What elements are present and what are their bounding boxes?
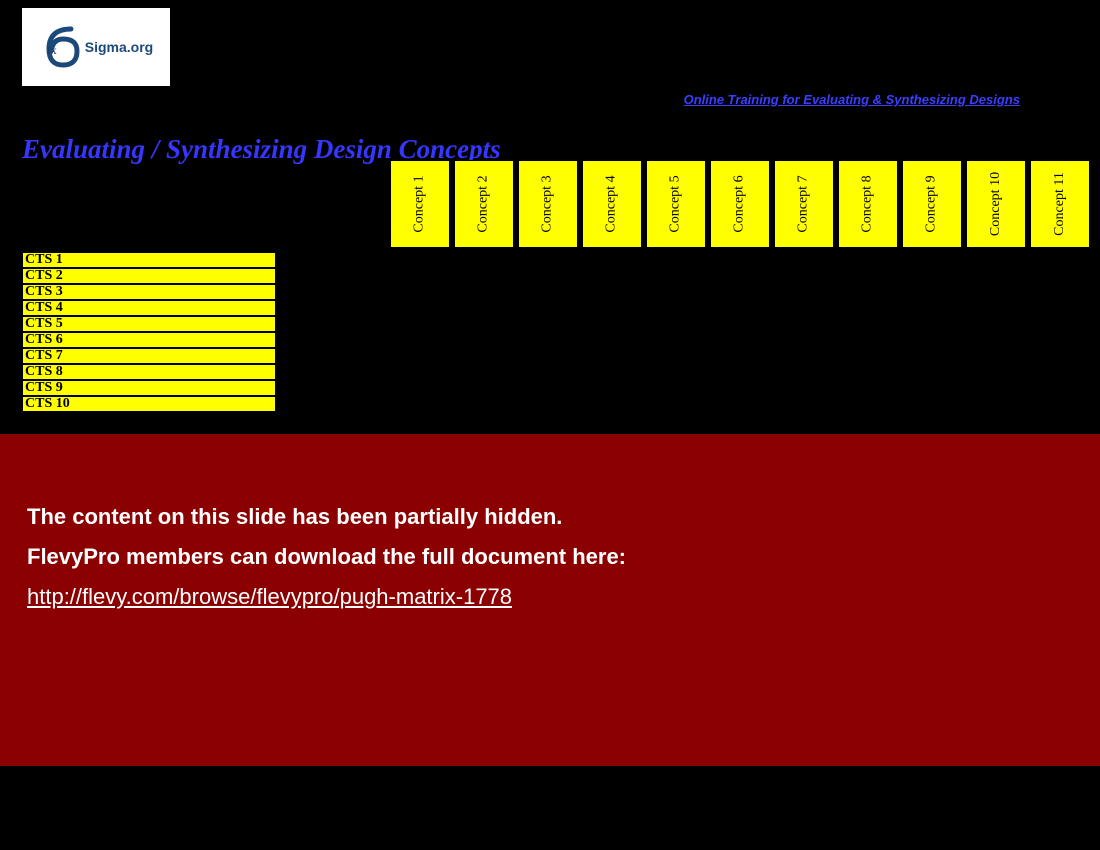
cts-row: CTS 7: [22, 348, 276, 364]
concept-header-row: Concept 1 Concept 2 Concept 3 Concept 4 …: [390, 160, 1090, 248]
cts-column: CTS 1 CTS 2 CTS 3 CTS 4 CTS 5 CTS 6 CTS …: [22, 252, 276, 412]
logo-text: Sigma.org: [85, 39, 153, 55]
logo-ix-text: Ix: [47, 43, 57, 58]
concept-header: Concept 9: [902, 160, 962, 248]
overlay-line-2: FlevyPro members can download the full d…: [27, 544, 626, 570]
training-link[interactable]: Online Training for Evaluating & Synthes…: [684, 92, 1020, 107]
cts-row: CTS 8: [22, 364, 276, 380]
concept-label: Concept 1: [412, 175, 428, 232]
concept-label: Concept 9: [924, 175, 940, 232]
concept-header: Concept 11: [1030, 160, 1090, 248]
concept-label: Concept 4: [604, 175, 620, 232]
cts-row: CTS 4: [22, 300, 276, 316]
cts-row: CTS 5: [22, 316, 276, 332]
concept-header: Concept 7: [774, 160, 834, 248]
logo-inner: Ix Sigma.org: [39, 25, 153, 69]
concept-label: Concept 5: [668, 175, 684, 232]
concept-header: Concept 6: [710, 160, 770, 248]
logo-box: Ix Sigma.org: [22, 8, 170, 86]
concept-header: Concept 2: [454, 160, 514, 248]
overlay-download-link[interactable]: http://flevy.com/browse/flevypro/pugh-ma…: [27, 584, 512, 610]
concept-label: Concept 8: [860, 175, 876, 232]
overlay-line-1: The content on this slide has been parti…: [27, 504, 562, 530]
cts-row: CTS 6: [22, 332, 276, 348]
cts-row: CTS 2: [22, 268, 276, 284]
concept-header: Concept 4: [582, 160, 642, 248]
concept-label: Concept 11: [1052, 172, 1068, 236]
six-sigma-icon: Ix: [39, 25, 83, 69]
concept-header: Concept 3: [518, 160, 578, 248]
concept-label: Concept 2: [476, 175, 492, 232]
concept-label: Concept 10: [988, 172, 1004, 236]
cts-row: CTS 10: [22, 396, 276, 412]
concept-label: Concept 7: [796, 175, 812, 232]
concept-label: Concept 3: [540, 175, 556, 232]
concept-header: Concept 10: [966, 160, 1026, 248]
concept-header: Concept 1: [390, 160, 450, 248]
concept-label: Concept 6: [732, 175, 748, 232]
concept-header: Concept 8: [838, 160, 898, 248]
cts-row: CTS 9: [22, 380, 276, 396]
concept-header: Concept 5: [646, 160, 706, 248]
cts-row: CTS 3: [22, 284, 276, 300]
cts-row: CTS 1: [22, 252, 276, 268]
